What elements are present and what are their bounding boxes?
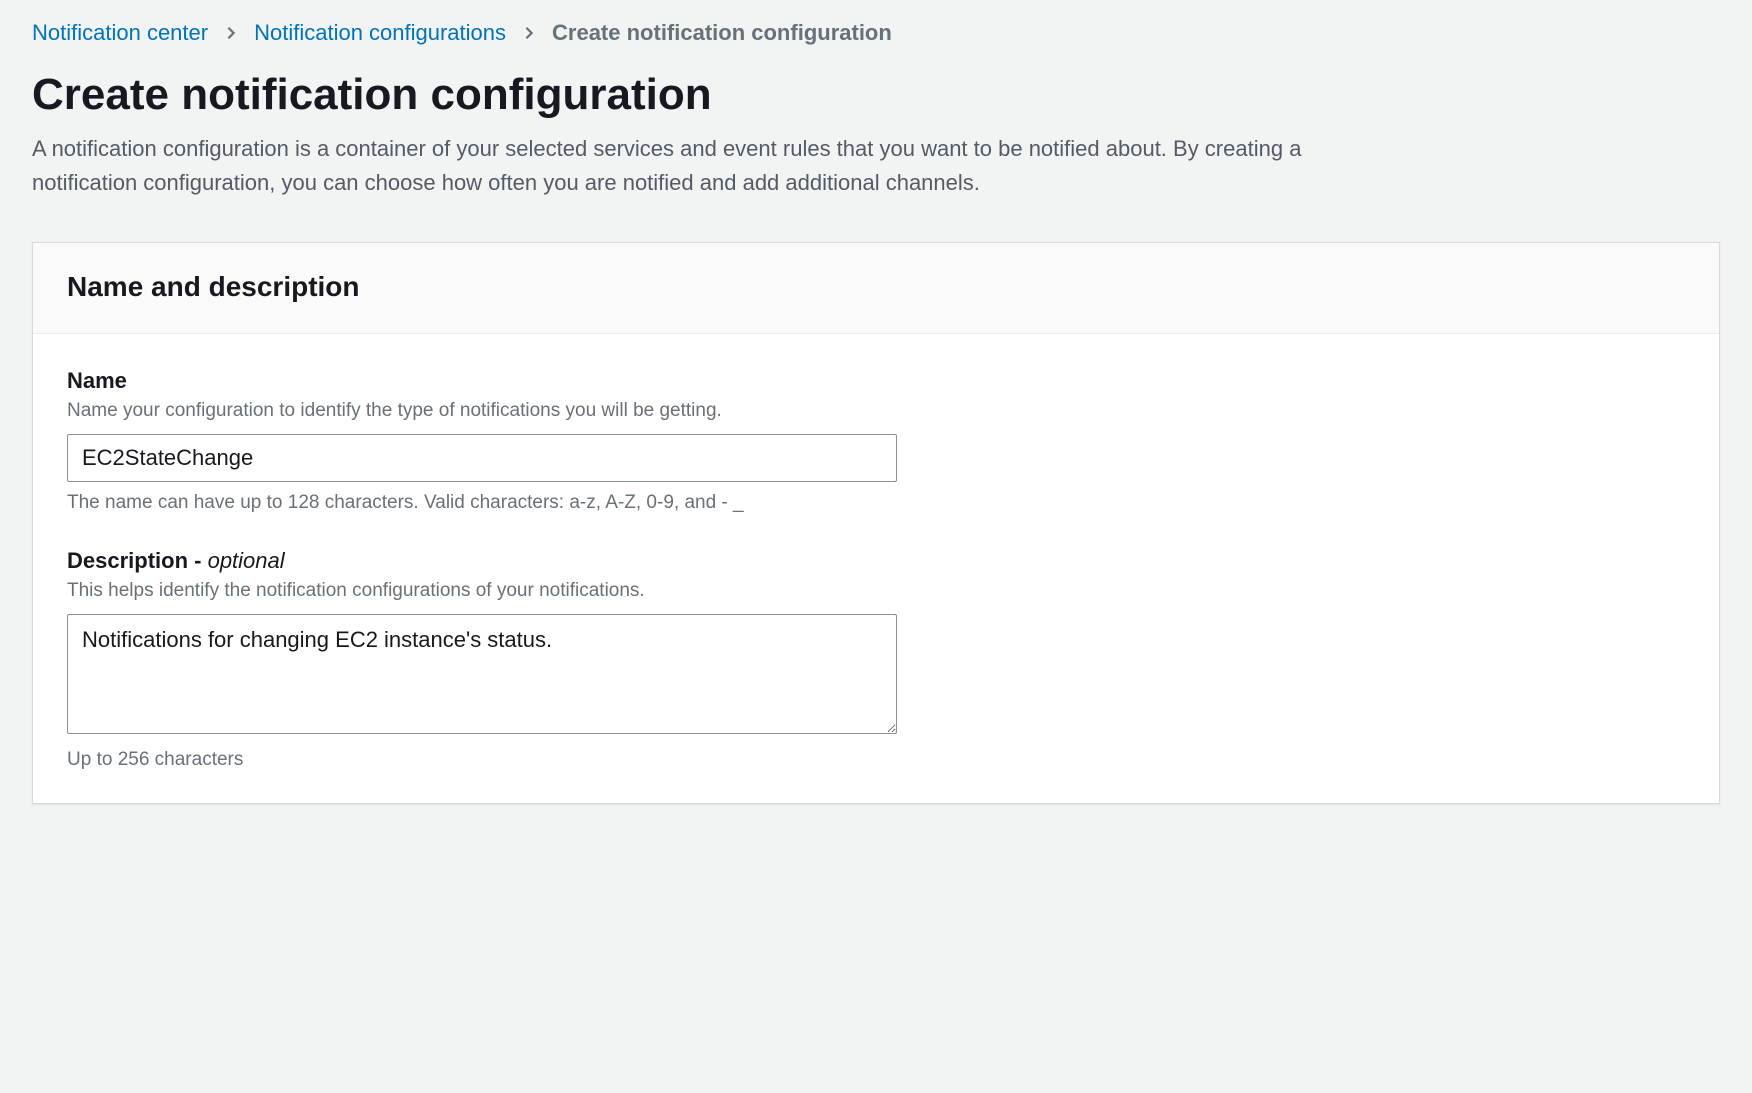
description-label: Description - optional xyxy=(67,548,1685,574)
name-label: Name xyxy=(67,368,1685,394)
page-title: Create notification configuration xyxy=(32,70,1720,120)
name-field-block: Name Name your configuration to identify… xyxy=(67,368,1685,514)
description-hint: This helps identify the notification con… xyxy=(67,580,1685,602)
panel-body: Name Name your configuration to identify… xyxy=(33,334,1719,803)
description-constraint: Up to 256 characters xyxy=(67,749,1685,771)
name-constraint: The name can have up to 128 characters. … xyxy=(67,492,1685,514)
breadcrumb: Notification center Notification configu… xyxy=(32,20,1720,46)
description-field-block: Description - optional This helps identi… xyxy=(67,548,1685,771)
description-label-optional: optional xyxy=(208,548,285,573)
page-description: A notification configuration is a contai… xyxy=(32,132,1352,200)
description-textarea[interactable] xyxy=(67,614,897,734)
name-description-panel: Name and description Name Name your conf… xyxy=(32,242,1720,804)
name-hint: Name your configuration to identify the … xyxy=(67,400,1685,422)
breadcrumb-notification-configurations[interactable]: Notification configurations xyxy=(254,20,506,46)
chevron-right-icon xyxy=(224,20,238,46)
description-label-main: Description - xyxy=(67,548,208,573)
breadcrumb-current: Create notification configuration xyxy=(552,20,892,46)
panel-header: Name and description xyxy=(33,243,1719,334)
panel-title: Name and description xyxy=(67,271,1685,303)
chevron-right-icon xyxy=(522,20,536,46)
breadcrumb-notification-center[interactable]: Notification center xyxy=(32,20,208,46)
name-input[interactable] xyxy=(67,434,897,482)
